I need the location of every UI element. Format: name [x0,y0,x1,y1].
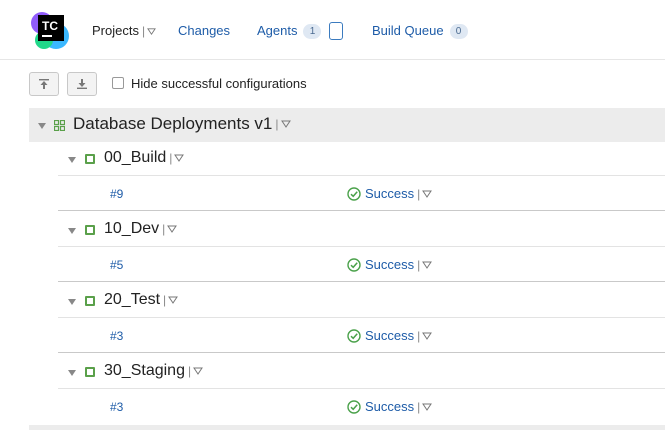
separator: | [417,399,421,414]
separator: | [163,293,167,307]
build-config-header: 30_Staging | [58,355,665,389]
build-status-text[interactable]: Success [365,186,414,201]
build-status: Success | [347,186,433,201]
expand-all-button[interactable] [67,72,97,96]
separator: | [275,117,279,131]
separator: | [169,151,173,165]
build-row: #9 Success | [58,177,665,211]
build-status-text[interactable]: Success [365,399,414,414]
expand-triangle-icon[interactable] [38,123,46,129]
build-config-icon [85,296,95,306]
nav-build-queue[interactable]: Build Queue 0 [372,22,468,40]
separator: | [417,257,421,272]
build-config-name[interactable]: 20_Test [104,291,160,309]
expand-triangle-icon[interactable] [68,157,76,163]
nav-changes-label[interactable]: Changes [178,22,230,40]
collapse-all-button[interactable] [29,72,59,96]
expand-triangle-icon[interactable] [68,370,76,376]
separator: | [162,222,166,236]
build-config-title-wrap: 30_Staging | [104,362,204,380]
build-row: #3 Success | [58,390,665,424]
build-number-link[interactable]: #3 [110,400,123,414]
hide-successful-checkbox[interactable] [112,77,124,89]
build-config-header: 20_Test | [58,284,665,318]
nav-projects-label[interactable]: Projects [92,22,139,40]
project-row: Database Deployments v1 | [29,108,665,142]
build-status-text[interactable]: Success [365,257,414,272]
build-config-name[interactable]: 00_Build [104,149,166,167]
build-queue-count-badge: 0 [449,23,468,39]
dropdown-triangle-icon[interactable] [422,402,433,412]
dropdown-triangle-icon[interactable] [174,153,185,163]
dropdown-triangle-icon[interactable] [422,189,433,199]
build-config-header: 00_Build | [58,142,665,176]
build-config-icon [85,154,95,164]
build-number-link[interactable]: #5 [110,258,123,272]
nav-projects[interactable]: Projects | [92,22,157,40]
build-status-text[interactable]: Success [365,328,414,343]
collapse-all-icon [39,79,49,89]
separator: | [141,24,146,38]
project-title-wrap: Database Deployments v1 | [73,114,291,134]
agents-count-badge: 1 [303,23,322,39]
dropdown-triangle-icon[interactable] [193,366,204,376]
build-status: Success | [347,257,433,272]
build-config-icon [85,225,95,235]
build-number-link[interactable]: #9 [110,187,123,201]
dropdown-triangle-icon[interactable] [168,295,179,305]
build-number-link[interactable]: #3 [110,329,123,343]
agent-status-icon[interactable] [329,22,344,40]
build-config-title-wrap: 20_Test | [104,291,179,309]
nav-changes[interactable]: Changes [178,22,230,40]
nav-agents[interactable]: Agents 1 [257,22,344,40]
separator: | [417,186,421,201]
build-config-icon [85,367,95,377]
build-config-title-wrap: 10_Dev | [104,220,178,238]
expand-all-icon [77,79,87,89]
logo-text: TC [42,19,58,33]
next-project-row [29,425,665,430]
nav-agents-label[interactable]: Agents [257,22,297,40]
dropdown-triangle-icon[interactable] [147,27,157,36]
build-status: Success | [347,328,433,343]
build-config-header: 10_Dev | [58,213,665,247]
build-config-name[interactable]: 30_Staging [104,362,185,380]
separator: | [187,364,192,378]
teamcity-logo[interactable]: TC [30,8,72,50]
success-check-icon [347,257,361,272]
dropdown-triangle-icon[interactable] [280,119,291,129]
dropdown-triangle-icon[interactable] [422,331,433,341]
expand-triangle-icon[interactable] [68,299,76,305]
hide-successful-label[interactable]: Hide successful configurations [131,76,307,91]
project-title[interactable]: Database Deployments v1 [73,114,272,134]
build-status: Success | [347,399,433,414]
dropdown-triangle-icon[interactable] [422,260,433,270]
build-row: #5 Success | [58,248,665,282]
success-check-icon [347,399,361,414]
expand-triangle-icon[interactable] [68,228,76,234]
dropdown-triangle-icon[interactable] [167,224,178,234]
build-config-name[interactable]: 10_Dev [104,220,159,238]
separator: | [417,328,421,343]
build-row: #3 Success | [58,319,665,353]
project-icon [54,120,65,131]
build-config-title-wrap: 00_Build | [104,149,185,167]
nav-build-queue-label[interactable]: Build Queue [372,22,444,40]
success-check-icon [347,186,361,201]
top-header: TC Projects | Changes Agents 1 Build Que… [0,0,665,60]
success-check-icon [347,328,361,343]
